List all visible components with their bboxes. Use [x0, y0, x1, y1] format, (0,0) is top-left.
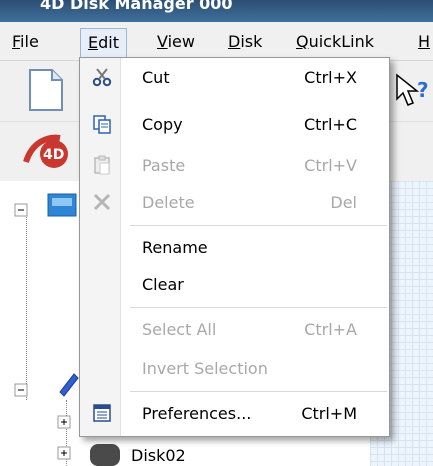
menu-item-rename[interactable]: Rename [80, 230, 389, 266]
window-title-bar[interactable]: 4D Disk Manager 000 [0, 0, 433, 22]
menu-help[interactable]: H [418, 32, 430, 51]
computer-drive-icon [47, 193, 77, 217]
menu-item-shortcut: Ctrl+X [304, 68, 357, 87]
menu-item-label: Paste [142, 156, 186, 175]
menu-bar: File Edit View Disk QuickLink H [0, 26, 433, 61]
menu-item-copy[interactable]: Copy Ctrl+C [80, 107, 389, 143]
menu-item-paste[interactable]: Paste Ctrl+V [80, 148, 389, 184]
copy-icon [93, 115, 111, 134]
preferences-icon [93, 404, 111, 422]
tree-expand-icon[interactable] [57, 415, 73, 431]
svg-text:4D: 4D [43, 147, 64, 163]
4d-logo-icon[interactable]: 4D [20, 132, 72, 172]
menu-item-cut[interactable]: Cut Ctrl+X [80, 60, 389, 96]
menu-edit[interactable]: Edit [80, 28, 127, 58]
menu-item-label: Rename [142, 238, 208, 257]
tree-item-disk02[interactable]: Disk02 [131, 446, 186, 465]
menu-item-delete[interactable]: Delete Del [80, 185, 389, 221]
menu-item-preferences[interactable]: Preferences... Ctrl+M [80, 396, 389, 432]
menu-item-select-all[interactable]: Select All Ctrl+A [80, 312, 389, 348]
menu-item-label: Delete [142, 193, 195, 212]
menu-separator [130, 307, 387, 308]
help-pointer-icon[interactable]: ? [395, 73, 433, 109]
menu-item-label: Clear [142, 275, 184, 294]
svg-text:?: ? [417, 78, 429, 102]
menu-item-clear[interactable]: Clear [80, 267, 389, 303]
scissors-icon [92, 68, 112, 87]
window-title: 4D Disk Manager 000 [40, 0, 233, 13]
menu-item-shortcut: Del [330, 193, 357, 212]
new-document-icon[interactable] [28, 68, 64, 112]
tree-expand-icon[interactable] [57, 446, 73, 462]
menu-item-shortcut: Ctrl+A [304, 320, 357, 339]
tree-expand-icon[interactable] [14, 383, 30, 399]
menu-view[interactable]: View [157, 32, 195, 51]
menu-file[interactable]: File [12, 32, 39, 51]
menu-item-label: Cut [142, 68, 170, 87]
menu-item-invert-selection[interactable]: Invert Selection [80, 351, 389, 387]
tree-connector-line [26, 210, 27, 400]
usb-drive-icon [59, 373, 79, 397]
edit-menu-dropdown: Cut Ctrl+X Copy Ctrl+C Paste Ctrl+V Dele… [79, 57, 390, 437]
menu-quicklink[interactable]: QuickLink [296, 32, 374, 51]
menu-separator [130, 225, 387, 226]
menu-item-label: Copy [142, 115, 183, 134]
menu-item-label: Select All [142, 320, 217, 339]
menu-item-shortcut: Ctrl+M [301, 404, 357, 423]
disk-icon [90, 444, 120, 466]
menu-item-shortcut: Ctrl+V [304, 156, 357, 175]
menu-item-shortcut: Ctrl+C [303, 115, 357, 134]
tree-expand-icon[interactable] [14, 203, 30, 219]
delete-x-icon [93, 193, 111, 211]
menu-disk[interactable]: Disk [228, 32, 262, 51]
paste-icon [94, 155, 110, 175]
menu-separator [130, 391, 387, 392]
menu-item-label: Invert Selection [142, 359, 268, 378]
menu-item-label: Preferences... [142, 404, 252, 423]
